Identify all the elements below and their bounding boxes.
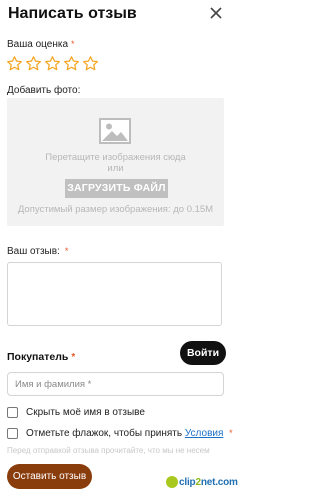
buyer-label: Покупатель * [7,351,76,363]
watermark-logo: clip2net.com [166,475,238,489]
required-mark: * [64,246,69,256]
terms-link[interactable]: Условия [185,428,224,439]
star-icon[interactable] [6,55,23,72]
watermark-dot-icon [166,476,178,488]
accept-terms-checkbox[interactable] [7,427,18,439]
review-textarea[interactable] [7,262,222,326]
drop-hint-line2: или [107,163,124,174]
close-icon[interactable] [207,4,225,22]
name-field[interactable] [7,372,224,396]
review-label: Ваш отзыв: * [7,246,69,257]
star-icon[interactable] [82,55,99,72]
hide-name-label: Скрыть моё имя в отзыве [26,406,145,418]
star-rating[interactable] [6,55,101,73]
size-hint: Допустимый размер изображения: до 0.15М [17,204,214,215]
modal-title: Написать отзыв [8,5,137,22]
watermark-text: clip2net.com [179,476,238,488]
required-mark: * [71,352,76,363]
required-mark: * [229,427,233,438]
photo-label: Добавить фото: [7,85,81,96]
photo-dropzone[interactable]: Перетащите изображения сюда или ЗАГРУЗИТ… [7,98,224,226]
modal-header: Написать отзыв [0,0,231,32]
modal-footer: Оставить отзыв clip2net.com [0,456,238,500]
image-placeholder-icon [99,118,131,144]
star-icon[interactable] [44,55,61,72]
hide-name-checkbox[interactable] [7,406,18,418]
accept-terms-label: Отметьте флажок, чтобы принять Условия * [26,427,233,439]
upload-file-button[interactable]: ЗАГРУЗИТЬ ФАЙЛ [65,179,168,198]
login-button[interactable]: Войти [180,341,226,365]
rating-label: Ваша оценка * [7,39,75,50]
submit-review-button[interactable]: Оставить отзыв [7,464,92,489]
hide-name-option[interactable]: Скрыть моё имя в отзыве [7,405,145,419]
accept-terms-option[interactable]: Отметьте флажок, чтобы принять Условия * [7,426,233,440]
star-icon[interactable] [25,55,42,72]
required-mark: * [71,39,75,49]
star-icon[interactable] [63,55,80,72]
